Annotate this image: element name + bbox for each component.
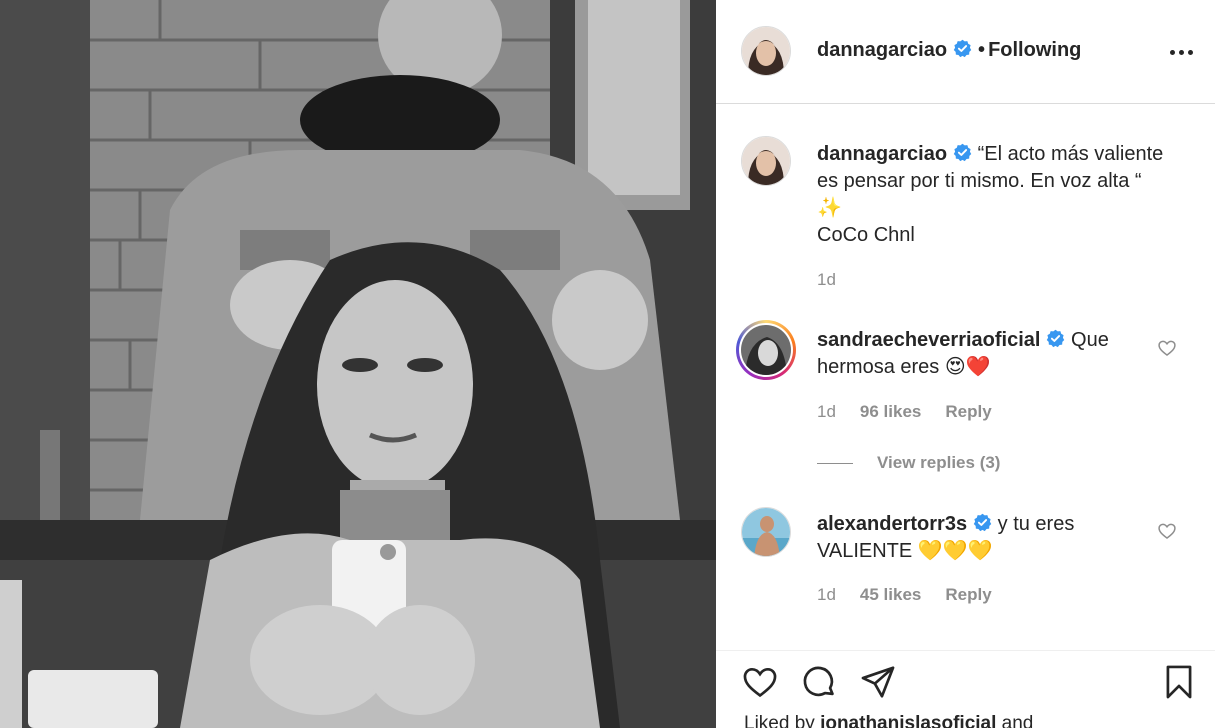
author-avatar[interactable] (742, 27, 790, 75)
verified-badge-icon (1047, 329, 1065, 348)
comment-sandra: sandraecheverriaoficial Que hermosa eres… (817, 327, 1157, 381)
caption-avatar[interactable] (742, 137, 790, 185)
verified-badge-icon (953, 39, 972, 58)
comment-timestamp[interactable]: 1d (817, 585, 836, 604)
sparkles-emoji: ✨ (817, 197, 842, 219)
comment-text-line2: VALIENTE (817, 540, 913, 562)
liked-by-row: Liked by jonathanislasoficial and (744, 713, 1033, 728)
liked-by-suffix: and (1001, 713, 1034, 728)
comment-username[interactable]: alexandertorr3s (817, 513, 967, 535)
caption-username[interactable]: dannagarciao (817, 143, 947, 165)
reply-button[interactable]: Reply (945, 402, 991, 421)
view-replies-button[interactable]: View replies (3) (817, 453, 1000, 473)
comment-timestamp[interactable]: 1d (817, 402, 836, 421)
comment-text-line2: hermosa eres (817, 356, 940, 378)
caption: dannagarciao “El acto más valiente es pe… (817, 141, 1197, 249)
caption-text-line4: CoCo Chnl (817, 224, 915, 246)
paper-plane-icon[interactable] (859, 663, 897, 701)
comment-text-line1: y tu eres (997, 513, 1075, 535)
comment-likes[interactable]: 96 likes (860, 402, 921, 421)
verified-badge-icon (973, 513, 992, 532)
post-photo-illustration (0, 0, 716, 728)
comment-bubble-icon[interactable] (800, 663, 838, 701)
comment-alexander: alexandertorr3s y tu eres VALIENTE 💛💛💛 (817, 511, 1157, 565)
author-row: dannagarciao • Following (817, 39, 1081, 62)
heart-icon[interactable] (741, 663, 779, 701)
liked-by-prefix: Liked by (744, 713, 815, 728)
comment-username[interactable]: sandraecheverriaoficial (817, 329, 1040, 351)
comment-meta-alexander: 1d 45 likes Reply (817, 585, 992, 605)
caption-timestamp[interactable]: 1d (817, 270, 836, 290)
post-header: dannagarciao • Following (716, 0, 1215, 104)
liked-by-username[interactable]: jonathanislasoficial (820, 713, 996, 728)
heart-eyes-emoji: 😍❤️ (944, 356, 991, 378)
caption-text-line2: es pensar por ti mismo. En voz alta “ (817, 170, 1142, 192)
view-replies-line (817, 463, 853, 465)
reply-button[interactable]: Reply (945, 585, 991, 604)
commenter-avatar-alexander[interactable] (741, 507, 791, 557)
post-actions: Liked by jonathanislasoficial and (716, 650, 1215, 728)
more-options-icon[interactable] (1170, 40, 1194, 64)
comments-list[interactable]: dannagarciao “El acto más valiente es pe… (716, 105, 1215, 650)
comment-meta-sandra: 1d 96 likes Reply (817, 402, 992, 422)
header-separator: • (978, 39, 986, 61)
author-username[interactable]: dannagarciao (817, 39, 947, 61)
comment-like-heart-icon[interactable] (1157, 338, 1177, 358)
comment-text-line1: Que (1071, 329, 1109, 351)
view-replies-label: View replies (3) (877, 453, 1001, 472)
bookmark-icon[interactable] (1160, 663, 1198, 701)
verified-badge-icon (953, 143, 972, 162)
comment-like-heart-icon[interactable] (1157, 521, 1177, 541)
yellow-hearts-emoji: 💛💛💛 (917, 540, 993, 562)
following-button[interactable]: Following (988, 39, 1081, 61)
post-side-panel: dannagarciao • Following dannagarciao “El … (716, 0, 1215, 728)
caption-text-line1: “El acto más valiente (977, 143, 1164, 165)
commenter-avatar-sandra[interactable] (741, 325, 791, 375)
comment-likes[interactable]: 45 likes (860, 585, 921, 604)
post-photo[interactable] (0, 0, 716, 728)
